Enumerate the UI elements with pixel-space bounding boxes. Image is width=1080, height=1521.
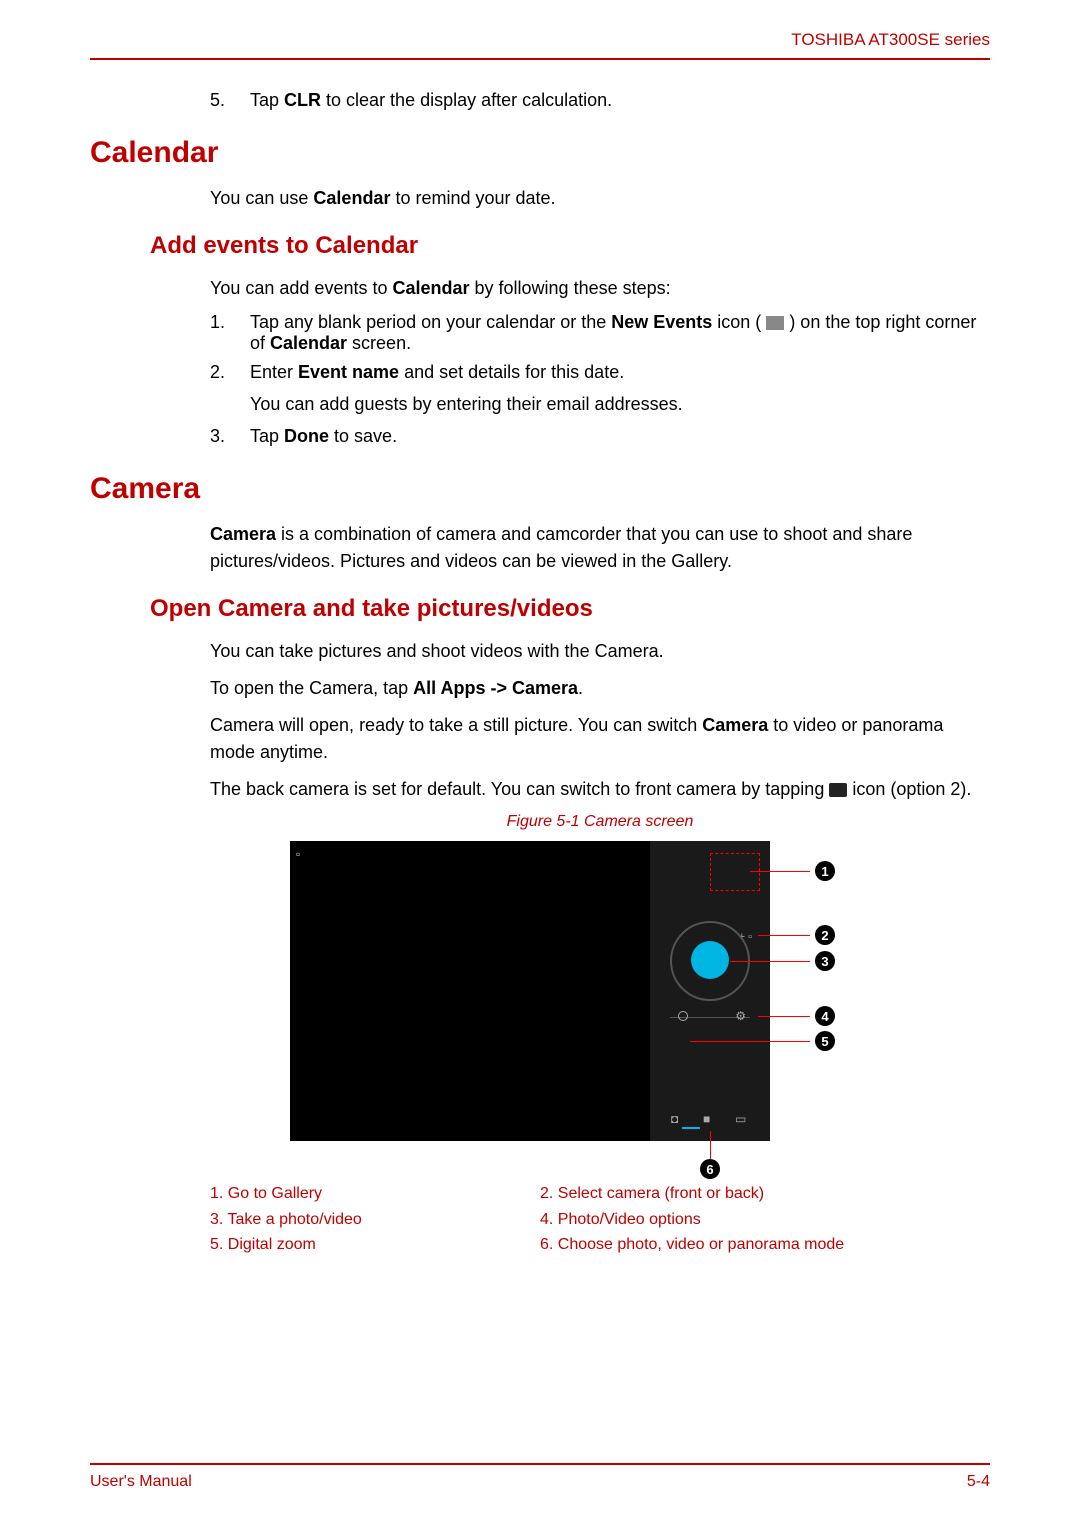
calendar-step: 2.Enter Event name and set details for t… xyxy=(210,362,990,383)
legend-left: 5. Digital zoom xyxy=(210,1232,540,1258)
callout-line-1 xyxy=(750,871,810,872)
calendar-intro: You can use Calendar to remind your date… xyxy=(210,185,990,212)
callout-line-4 xyxy=(758,1016,810,1017)
focus-box xyxy=(710,853,760,891)
step-text: Tap Done to save. xyxy=(250,426,990,447)
calendar-heading: Calendar xyxy=(90,136,990,170)
step-number: 3. xyxy=(210,426,250,447)
legend-left: 1. Go to Gallery xyxy=(210,1181,540,1207)
legend-row: 3. Take a photo/video4. Photo/Video opti… xyxy=(210,1207,990,1233)
camera-frame: ▫ + ▫ ⚙ ◘ ■ ▭ xyxy=(290,841,770,1141)
callout-1: 1 xyxy=(815,861,835,881)
calendar-step: 3.Tap Done to save. xyxy=(210,426,990,447)
camera-switch-icon xyxy=(829,783,847,797)
figure-legend: 1. Go to Gallery2. Select camera (front … xyxy=(210,1181,990,1258)
page-header: TOSHIBA AT300SE series xyxy=(90,30,990,60)
step-text: Enter Event name and set details for thi… xyxy=(250,362,990,383)
zoom-handle xyxy=(678,1011,688,1021)
page-footer: User's Manual 5-4 xyxy=(90,1463,990,1491)
calc-step-5: 5. Tap CLR to clear the display after ca… xyxy=(210,90,990,111)
callout-3: 3 xyxy=(815,951,835,971)
step-subtext: You can add guests by entering their ema… xyxy=(250,391,990,418)
footer-left: User's Manual xyxy=(90,1473,192,1491)
gallery-icon: ▫ xyxy=(296,847,300,861)
callout-line-6 xyxy=(710,1131,711,1161)
callout-line-3 xyxy=(730,961,810,962)
step-number: 2. xyxy=(210,362,250,383)
add-events-intro: You can add events to Calendar by follow… xyxy=(210,275,990,302)
step-text: Tap any blank period on your calendar or… xyxy=(250,312,990,354)
step-text: Tap CLR to clear the display after calcu… xyxy=(250,90,990,111)
callout-4: 4 xyxy=(815,1006,835,1026)
callout-6: 6 xyxy=(700,1159,720,1179)
open-camera-heading: Open Camera and take pictures/videos xyxy=(150,595,990,623)
camera-viewfinder: ▫ xyxy=(290,841,650,1141)
shutter-button xyxy=(691,941,729,979)
camera-p3: Camera will open, ready to take a still … xyxy=(210,712,990,766)
camera-heading: Camera xyxy=(90,472,990,506)
footer-right: 5-4 xyxy=(967,1473,990,1491)
camera-p4: The back camera is set for default. You … xyxy=(210,776,990,803)
legend-row: 5. Digital zoom6. Choose photo, video or… xyxy=(210,1232,990,1258)
calendar-step: 1.Tap any blank period on your calendar … xyxy=(210,312,990,354)
mode-underline xyxy=(682,1127,700,1129)
camera-p1: You can take pictures and shoot videos w… xyxy=(210,638,990,665)
video-mode-icon: ■ xyxy=(703,1112,717,1126)
legend-right: 6. Choose photo, video or panorama mode xyxy=(540,1232,990,1258)
legend-row: 1. Go to Gallery2. Select camera (front … xyxy=(210,1181,990,1207)
camera-intro: Camera is a combination of camera and ca… xyxy=(210,521,990,575)
callout-line-2 xyxy=(758,935,810,936)
figure-caption: Figure 5-1 Camera screen xyxy=(210,813,990,831)
legend-right: 2. Select camera (front or back) xyxy=(540,1181,990,1207)
camera-p2: To open the Camera, tap All Apps -> Came… xyxy=(210,675,990,702)
callout-2: 2 xyxy=(815,925,835,945)
camera-screenshot: ▫ + ▫ ⚙ ◘ ■ ▭ 1 2 3 xyxy=(290,841,870,1161)
legend-left: 3. Take a photo/video xyxy=(210,1207,540,1233)
new-events-icon xyxy=(766,316,784,330)
mode-row: ◘ ■ ▭ xyxy=(650,1112,770,1126)
callout-5: 5 xyxy=(815,1031,835,1051)
step-number: 5. xyxy=(210,90,250,111)
step-number: 1. xyxy=(210,312,250,354)
options-icon: ⚙ xyxy=(735,1009,746,1023)
panorama-mode-icon: ▭ xyxy=(735,1112,749,1126)
product-name: TOSHIBA AT300SE series xyxy=(791,30,990,49)
photo-mode-icon: ◘ xyxy=(671,1112,685,1126)
camera-sidebar: + ▫ ⚙ ◘ ■ ▭ xyxy=(650,841,770,1141)
add-events-heading: Add events to Calendar xyxy=(150,232,990,260)
callout-line-5 xyxy=(690,1041,810,1042)
legend-right: 4. Photo/Video options xyxy=(540,1207,990,1233)
